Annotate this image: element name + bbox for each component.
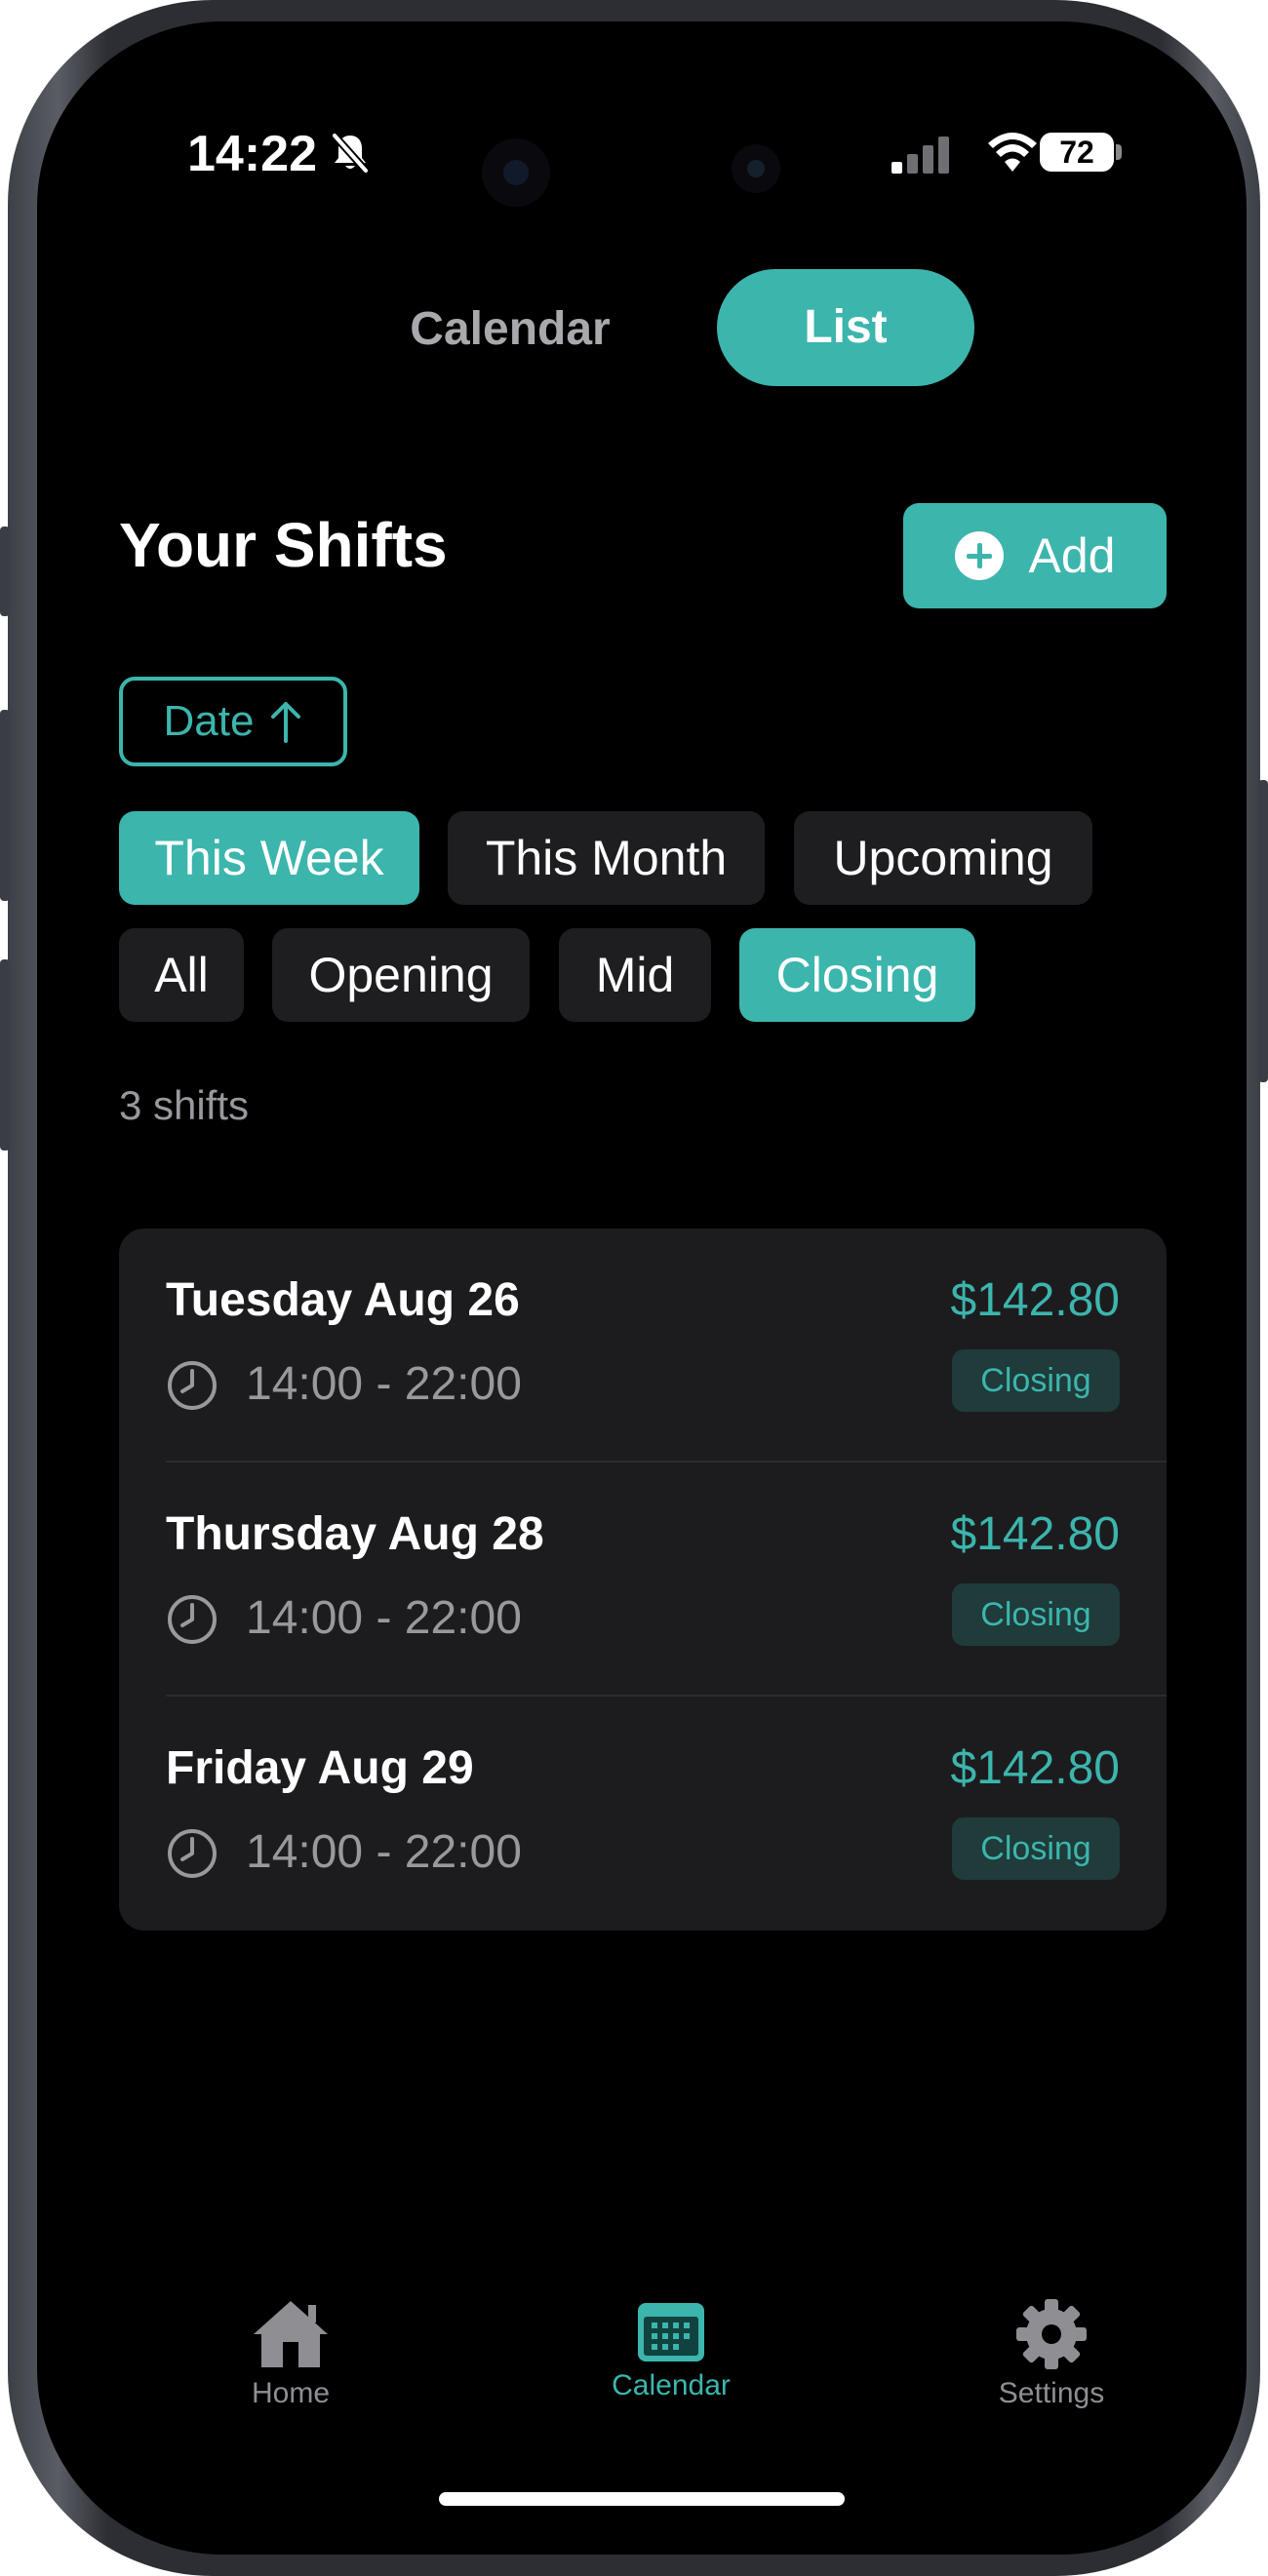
filter-closing[interactable]: Closing	[739, 928, 975, 1022]
home-indicator[interactable]	[439, 2492, 845, 2506]
front-camera	[482, 138, 550, 207]
volume-up-button	[0, 710, 10, 901]
gear-icon	[1016, 2299, 1087, 2369]
action-button	[0, 527, 10, 616]
add-shift-button[interactable]: Add	[903, 503, 1167, 608]
shift-type-badge: Closing	[952, 1817, 1120, 1880]
shift-row[interactable]: Thursday Aug 28 $142.80 14:00 - 22:00 Cl…	[119, 1463, 1167, 1697]
plus-circle-icon	[954, 531, 1004, 580]
tab-settings[interactable]: Settings	[944, 2297, 1159, 2434]
screen: 14:22 72 Calendar List Your Shifts Add D…	[37, 21, 1247, 2555]
battery-tip	[1116, 144, 1122, 160]
sort-label: Date	[163, 697, 255, 745]
filter-mid[interactable]: Mid	[559, 928, 711, 1022]
wifi-icon	[988, 133, 1037, 172]
shift-type-badge: Closing	[952, 1583, 1120, 1646]
shift-pay: $142.80	[950, 1742, 1120, 1794]
tab-calendar-view[interactable]: Calendar	[369, 271, 652, 388]
shift-row[interactable]: Tuesday Aug 26 $142.80 14:00 - 22:00 Clo…	[119, 1229, 1167, 1463]
tab-home-label: Home	[251, 2377, 331, 2409]
status-time: 14:22	[187, 126, 317, 182]
shift-date: Tuesday Aug 26	[166, 1274, 520, 1326]
shift-pay: $142.80	[950, 1274, 1120, 1326]
shift-count: 3 shifts	[119, 1082, 250, 1128]
shift-row[interactable]: Friday Aug 29 $142.80 14:00 - 22:00 Clos…	[119, 1697, 1167, 1931]
filter-upcoming[interactable]: Upcoming	[794, 811, 1092, 905]
clock-icon	[168, 1829, 217, 1878]
shift-time: 14:00 - 22:00	[246, 1358, 522, 1410]
sort-by-date-button[interactable]: Date	[119, 677, 347, 766]
cellular-signal-icon	[892, 137, 949, 174]
tab-calendar-label: Calendar	[612, 2369, 731, 2401]
power-button	[1258, 780, 1268, 1082]
add-button-label: Add	[1028, 528, 1116, 583]
bell-slash-icon	[331, 132, 370, 175]
shift-type-badge: Closing	[952, 1349, 1120, 1412]
calendar-icon	[638, 2303, 704, 2361]
house-icon	[254, 2301, 328, 2367]
filter-all[interactable]: All	[119, 928, 244, 1022]
shift-pay: $142.80	[950, 1508, 1120, 1560]
clock-icon	[168, 1595, 217, 1644]
phone-frame: 14:22 72 Calendar List Your Shifts Add D…	[0, 0, 1268, 2576]
shift-date: Friday Aug 29	[166, 1742, 474, 1794]
filter-opening[interactable]: Opening	[272, 928, 530, 1022]
tab-settings-label: Settings	[998, 2377, 1105, 2409]
arrow-up-icon	[271, 702, 301, 743]
page-title: Your Shifts	[119, 510, 448, 580]
shift-list: Tuesday Aug 26 $142.80 14:00 - 22:00 Clo…	[119, 1229, 1167, 1931]
shift-time: 14:00 - 22:00	[246, 1592, 522, 1644]
clock-icon	[168, 1361, 217, 1410]
shift-time: 14:00 - 22:00	[246, 1826, 522, 1878]
tab-list-view[interactable]: List	[717, 269, 974, 386]
tab-calendar[interactable]: Calendar	[564, 2297, 778, 2434]
tab-home[interactable]: Home	[183, 2297, 398, 2434]
filter-this-month[interactable]: This Month	[448, 811, 765, 905]
filter-this-week[interactable]: This Week	[119, 811, 419, 905]
shift-date: Thursday Aug 28	[166, 1508, 544, 1560]
face-id-sensor	[732, 144, 780, 193]
volume-down-button	[0, 959, 10, 1151]
battery-icon: 72	[1040, 133, 1114, 172]
